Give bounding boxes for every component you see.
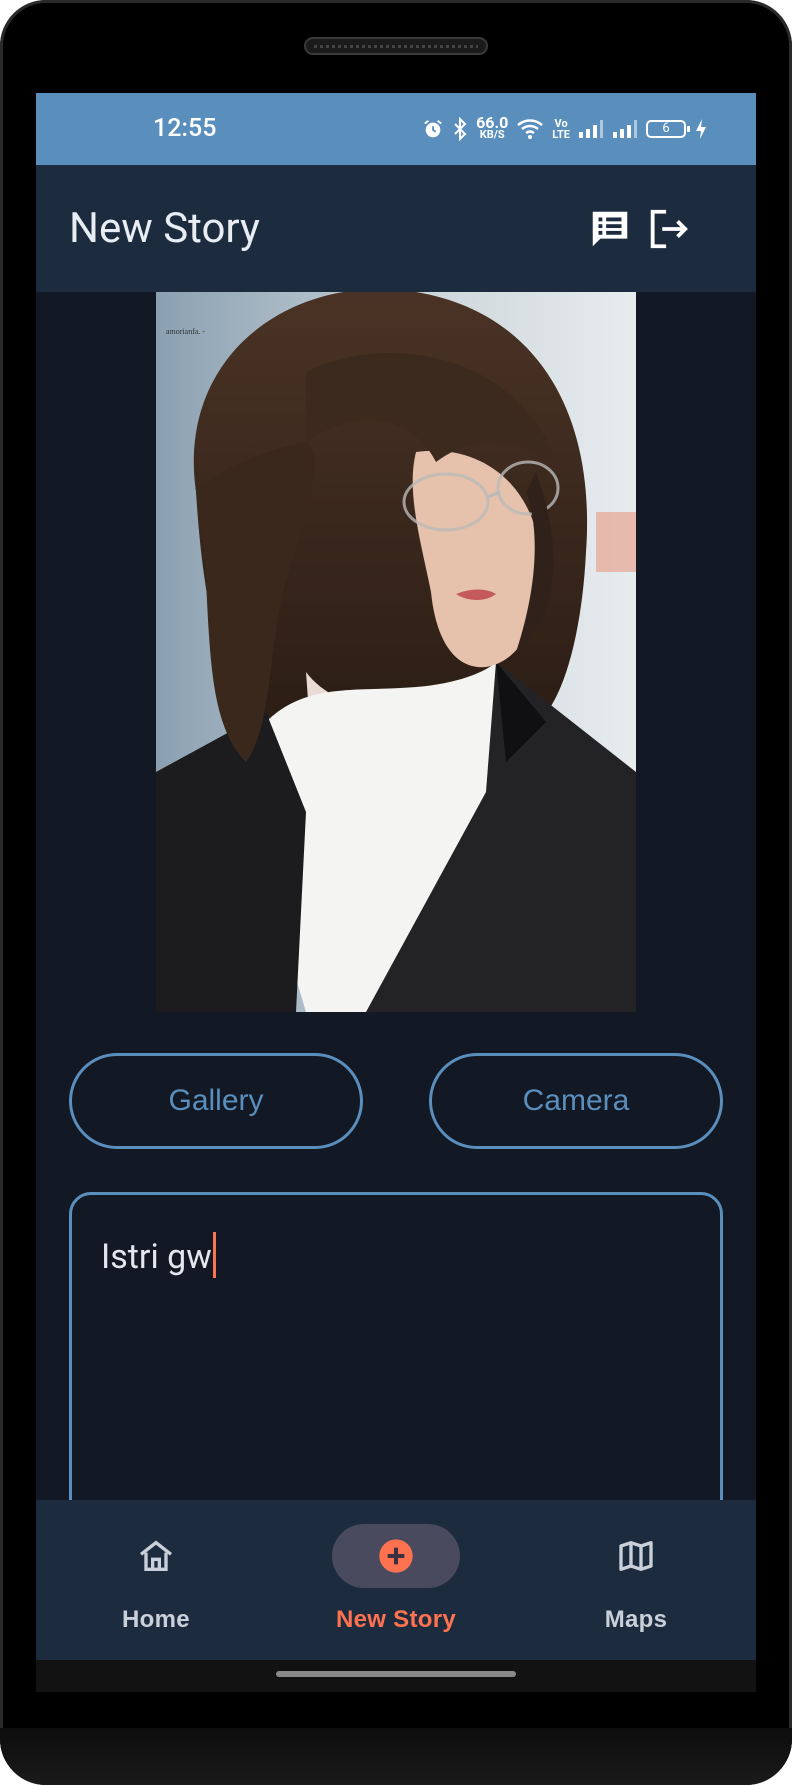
logout-icon xyxy=(650,209,688,249)
nav-maps-indicator xyxy=(572,1524,700,1588)
nav-label-new-story: New Story xyxy=(335,1606,457,1633)
description-value: Istri gw xyxy=(101,1237,212,1277)
network-speed: 66.0 KB/S xyxy=(476,115,508,141)
camera-button[interactable]: Camera xyxy=(429,1053,723,1149)
nav-item-home[interactable]: Home xyxy=(36,1500,276,1660)
wifi-icon xyxy=(516,118,544,140)
nav-home-indicator xyxy=(92,1524,220,1588)
story-list-icon xyxy=(592,211,628,247)
charging-icon xyxy=(694,118,708,140)
home-icon xyxy=(139,1540,173,1571)
top-app-bar: New Story xyxy=(36,165,756,292)
text-cursor xyxy=(212,1232,216,1278)
volte-icon: Vo LTE xyxy=(552,117,570,141)
screen: 12:55 66.0 KB/S Vo LTE 6 New Story amori… xyxy=(36,93,756,1692)
svg-text:amorianfa. -: amorianfa. - xyxy=(166,327,205,336)
status-bar: 12:55 66.0 KB/S Vo LTE 6 xyxy=(36,93,756,165)
nav-label-home: Home xyxy=(122,1606,190,1633)
bluetooth-icon xyxy=(452,117,468,141)
nav-item-new-story[interactable]: New Story xyxy=(276,1500,516,1660)
bottom-navigation: Home New Story Maps xyxy=(36,1500,756,1660)
alarm-icon xyxy=(422,118,444,140)
story-list-button[interactable] xyxy=(584,203,636,255)
nav-new-story-indicator xyxy=(332,1524,460,1588)
signal-icon-sim1 xyxy=(578,119,604,139)
signal-icon-sim2 xyxy=(612,119,638,139)
story-image-preview: amorianfa. - xyxy=(156,292,636,1012)
page-title: New Story xyxy=(69,204,260,253)
gesture-navigation-area xyxy=(36,1660,756,1692)
status-time: 12:55 xyxy=(153,114,217,143)
description-input[interactable]: Istri gw xyxy=(69,1192,723,1522)
logout-button[interactable] xyxy=(642,203,694,255)
map-icon xyxy=(619,1541,653,1571)
nav-label-maps: Maps xyxy=(604,1606,668,1633)
gesture-handle[interactable] xyxy=(276,1671,516,1677)
network-speed-unit: KB/S xyxy=(479,128,505,141)
earpiece-speaker xyxy=(304,37,488,55)
nav-item-maps[interactable]: Maps xyxy=(516,1500,756,1660)
add-circle-icon xyxy=(379,1539,413,1573)
bottom-bezel xyxy=(0,1728,792,1785)
description-text: Istri gw xyxy=(101,1232,216,1278)
battery-icon: 6 xyxy=(646,120,690,138)
status-icons: 66.0 KB/S Vo LTE 6 xyxy=(422,93,708,165)
gallery-button[interactable]: Gallery xyxy=(69,1053,363,1149)
phone-frame: 12:55 66.0 KB/S Vo LTE 6 New Story amori… xyxy=(0,0,792,1785)
